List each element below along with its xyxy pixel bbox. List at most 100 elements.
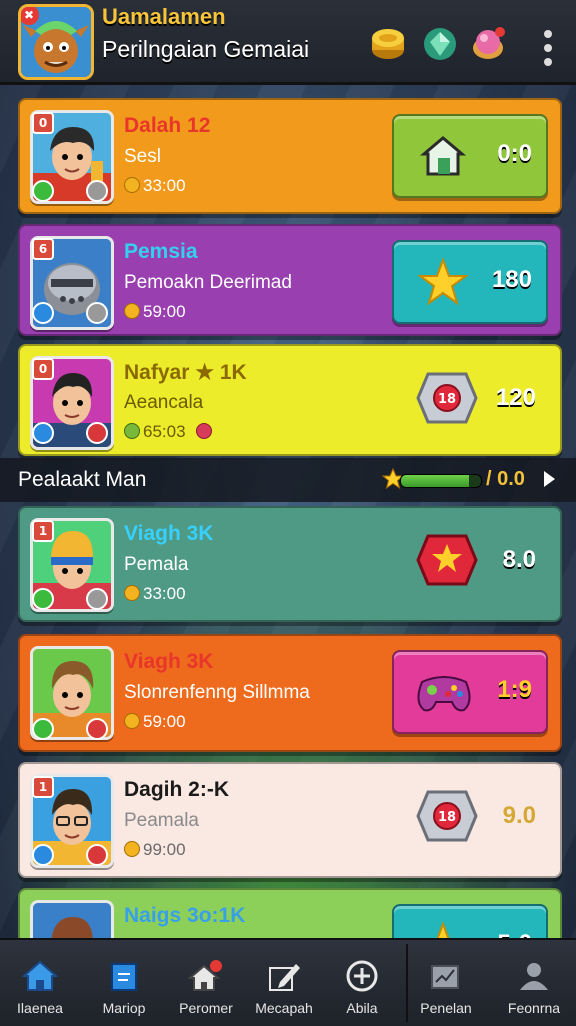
- nav-item-penelan[interactable]: Penelan: [406, 940, 486, 1026]
- player-avatar[interactable]: ✖: [18, 4, 94, 80]
- card-subtitle: Slonrenfenng Sillmma: [124, 682, 310, 703]
- nav-item-home[interactable]: Ilaenea: [0, 940, 80, 1026]
- card-name: Naigs 3o:1K: [124, 904, 246, 927]
- rank-badge: 6: [32, 238, 54, 260]
- gray-pip-icon: [86, 302, 108, 324]
- nav-label: Peromer: [179, 1000, 233, 1016]
- list-card[interactable]: 0 Dalah 12 Sesl 33:00 0:0: [18, 98, 562, 214]
- progress-bar: [400, 474, 482, 488]
- action-value: 0:0: [497, 140, 532, 167]
- nav-label: Ilaenea: [17, 1000, 63, 1016]
- card-subtitle: Pemala: [124, 554, 189, 575]
- more-vertical-icon[interactable]: [544, 30, 552, 66]
- coins-value: 33:00: [143, 176, 186, 195]
- list-card[interactable]: 1 Dagih 2:-K Peamala 99:00 18 9.0: [18, 762, 562, 878]
- list-card[interactable]: Viagh 3K Slonrenfenng Sillmma 59:00 1:9: [18, 634, 562, 752]
- rank-badge: 1: [32, 776, 54, 798]
- coin-icon: [124, 713, 140, 729]
- chart-edit-icon: [431, 965, 459, 989]
- chevron-right-icon[interactable]: [542, 470, 556, 488]
- blue-pip-icon: [32, 302, 54, 324]
- coins-value: 59:00: [143, 302, 186, 321]
- card-value: 120: [495, 384, 536, 411]
- nav-item-feonrna[interactable]: Feonrna: [494, 940, 574, 1026]
- card-value: 8.0: [502, 546, 536, 573]
- profile-icon: [520, 963, 548, 990]
- coins-value: 99:00: [143, 840, 186, 859]
- card-name: Dalah 12: [124, 114, 211, 137]
- card-coins: 59:00: [124, 712, 186, 732]
- green-pip-icon: [32, 180, 54, 202]
- card-coins: 33:00: [124, 584, 186, 604]
- card-name: Viagh 3K: [124, 522, 214, 545]
- nav-label: Mariop: [102, 1000, 146, 1016]
- rank-badge: 0: [32, 358, 54, 380]
- svg-text:18: 18: [438, 810, 456, 825]
- card-name: Nafyar ★ 1K: [124, 361, 247, 384]
- blue-pip-icon: [32, 844, 54, 866]
- card-name: Viagh 3K: [124, 650, 214, 673]
- coin-icon: [124, 177, 140, 193]
- action-button[interactable]: 0:0: [392, 114, 548, 198]
- card-coins: 33:00: [124, 176, 186, 196]
- home-icon: [419, 136, 467, 176]
- gamepad-icon: [417, 676, 471, 712]
- list-card[interactable]: 6 Pemsia Pemoakn Deerimad 59:00 180: [18, 224, 562, 336]
- card-coins: 59:00: [124, 302, 186, 322]
- green-pip-icon: [32, 588, 54, 610]
- star-icon: [418, 258, 468, 306]
- nav-label: Mecapah: [255, 1000, 313, 1016]
- nav-label: Feonrna: [507, 1000, 561, 1016]
- card-value: 9.0: [502, 802, 536, 829]
- red-pip-icon: [86, 718, 108, 740]
- coins-value: 59:00: [143, 712, 186, 731]
- coin-icon: [124, 585, 140, 601]
- card-name: Pemsia: [124, 240, 198, 263]
- avatar-badge: ✖: [21, 7, 39, 25]
- app-subtitle: Perilngaian Gemaiai: [102, 36, 310, 62]
- star-gem-icon[interactable]: [416, 532, 478, 588]
- nav-item-abila[interactable]: Abila: [322, 940, 402, 1026]
- red-pip-icon: [86, 422, 108, 444]
- svg-text:18: 18: [438, 392, 456, 407]
- card-coins: 99:00: [124, 840, 186, 860]
- coin-icon: [124, 841, 140, 857]
- card-name: Dagih 2:-K: [124, 778, 229, 801]
- green-coin-icon: [124, 423, 140, 439]
- coin-icon: [124, 303, 140, 319]
- ruby-icon: [196, 423, 213, 439]
- card-subtitle: Sesl: [124, 146, 161, 167]
- gem-badge-icon[interactable]: 18: [416, 370, 478, 426]
- nav-item-mecapah[interactable]: Mecapah: [244, 940, 324, 1026]
- coins-value: 65:03: [143, 422, 186, 441]
- section-title: Pealaakt Man: [18, 468, 147, 491]
- pink-gem-icon[interactable]: [470, 26, 506, 62]
- section-header: Pealaakt Man / 0.0: [0, 458, 576, 502]
- card-subtitle: Pemoakn Deerimad: [124, 272, 292, 293]
- card-subtitle: Peamala: [124, 810, 199, 831]
- red-pip-icon: [86, 844, 108, 866]
- house-alert-icon: [188, 960, 222, 991]
- home-icon: [22, 960, 58, 991]
- gold-coin-icon[interactable]: [370, 26, 406, 62]
- gem-badge-icon[interactable]: 18: [416, 788, 478, 844]
- green-gem-icon[interactable]: [422, 26, 458, 62]
- bottom-nav: Ilaenea Mariop Peromer Mecapah Abila Pen…: [0, 938, 576, 1026]
- list-card[interactable]: 1 Viagh 3K Pemala 33:00 8.0: [18, 506, 562, 622]
- card-coins: 65:03: [124, 422, 215, 442]
- gray-pip-icon: [86, 180, 108, 202]
- action-button[interactable]: 1:9: [392, 650, 548, 734]
- top-bar: ✖ Uamalamen Perilngaian Gemaiai: [0, 0, 576, 85]
- list-card[interactable]: 0 Nafyar ★ 1K Aeancala 65:03 18 120: [18, 344, 562, 456]
- nav-label: Penelan: [420, 1000, 472, 1016]
- rank-badge: 0: [32, 112, 54, 134]
- action-button[interactable]: 180: [392, 240, 548, 324]
- nav-item-peromer[interactable]: Peromer: [166, 940, 246, 1026]
- add-circle-icon: [346, 960, 378, 992]
- nav-item-mariop[interactable]: Mariop: [84, 940, 164, 1026]
- nav-label: Abila: [346, 1000, 378, 1016]
- action-value: 1:9: [497, 676, 532, 703]
- app-title: Uamalamen: [102, 4, 226, 29]
- green-pip-icon: [32, 718, 54, 740]
- coins-value: 33:00: [143, 584, 186, 603]
